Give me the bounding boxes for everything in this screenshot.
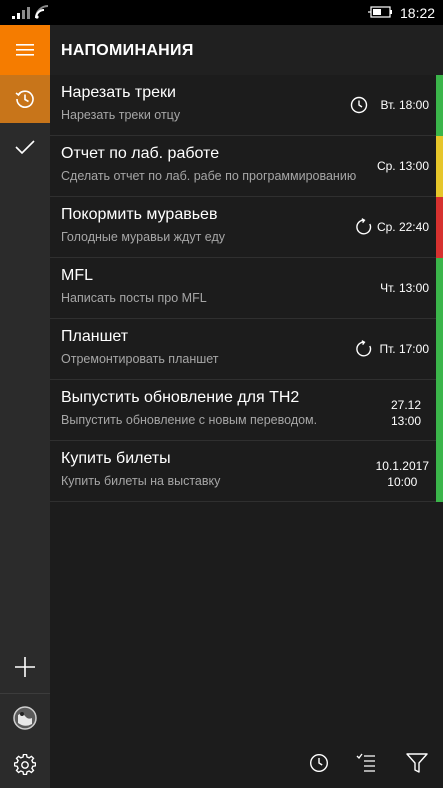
- status-bar: 18:22: [0, 0, 443, 25]
- battery-icon: [368, 6, 392, 18]
- reminder-subtitle: Отремонтировать планшет: [61, 352, 219, 366]
- reminder-title: MFL: [61, 267, 93, 284]
- list-item[interactable]: Выпустить обновление для TH2 Выпустить о…: [50, 380, 443, 441]
- alarm-icon: [309, 753, 329, 773]
- reminder-date: Чт. 13:00: [380, 281, 429, 295]
- reminder-subtitle: Купить билеты на выставку: [61, 474, 221, 488]
- reminder-subtitle: Нарезать треки отцу: [61, 108, 181, 122]
- reminder-date-day: 27.12: [390, 398, 421, 412]
- reminder-list: Нарезать треки Нарезать треки отцу Вт. 1…: [50, 75, 443, 738]
- checkmark-icon: [15, 140, 35, 155]
- reminder-date: Ср. 13:00: [376, 159, 429, 173]
- wifi-icon: [35, 5, 49, 19]
- reminder-title: Покормить муравьев: [61, 206, 218, 223]
- sidebar-item-completed[interactable]: [0, 123, 50, 171]
- sidebar: [0, 75, 50, 788]
- clock-icon: [350, 96, 368, 114]
- list-item[interactable]: Купить билеты Купить билеты на выставку …: [50, 441, 443, 502]
- list-item[interactable]: Покормить муравьев Голодные муравьи ждут…: [50, 197, 443, 258]
- reminder-title: Купить билеты: [61, 450, 171, 467]
- select-button[interactable]: [354, 751, 378, 775]
- plus-icon: [15, 657, 35, 677]
- reminder-date: Ср. 22:40: [376, 220, 429, 234]
- sidebar-item-history[interactable]: [0, 75, 50, 123]
- reminder-subtitle: Написать посты про MFL: [61, 291, 207, 305]
- reminder-subtitle: Сделать отчет по лаб. рабе по программир…: [61, 169, 357, 183]
- page-title: НАПОМИНАНИЯ: [61, 42, 194, 59]
- repeat-icon: [356, 218, 372, 235]
- reminder-title: Выпустить обновление для TH2: [61, 389, 300, 406]
- signal-icon: [12, 7, 30, 19]
- priority-indicator: [436, 258, 443, 319]
- account-button[interactable]: [0, 693, 50, 741]
- priority-indicator: [436, 136, 443, 197]
- priority-indicator: [436, 380, 443, 441]
- reminder-date: 10.1.2017 10:00: [376, 458, 429, 490]
- app-bar: [50, 738, 443, 788]
- list-item[interactable]: Нарезать треки Нарезать треки отцу Вт. 1…: [50, 75, 443, 136]
- reminder-subtitle: Голодные муравьи ждут еду: [61, 230, 226, 244]
- reminder-date: Вт. 18:00: [380, 98, 429, 112]
- repeat-icon: [356, 340, 372, 357]
- add-reminder-button[interactable]: [0, 643, 50, 691]
- reminder-date-time: 13:00: [390, 414, 421, 428]
- reminder-title: Нарезать треки: [61, 84, 176, 101]
- clock-time: 18:22: [400, 5, 436, 21]
- reminder-title: Отчет по лаб. работе: [61, 145, 220, 162]
- reminder-subtitle: Выпустить обновление с новым переводом.: [61, 413, 318, 427]
- priority-indicator: [436, 75, 443, 136]
- reminder-title: Планшет: [61, 328, 129, 345]
- list-item[interactable]: MFL Написать посты про MFL Чт. 13:00: [50, 258, 443, 319]
- settings-button[interactable]: [0, 741, 50, 788]
- avatar: [13, 705, 37, 730]
- reminder-date-day: 10.1.2017: [375, 459, 429, 473]
- list-item[interactable]: Отчет по лаб. работе Сделать отчет по ла…: [50, 136, 443, 197]
- priority-indicator: [436, 441, 443, 502]
- hamburger-icon: [16, 44, 34, 56]
- gear-icon: [14, 754, 36, 776]
- reminder-date: Пт. 17:00: [379, 342, 430, 356]
- hamburger-menu-button[interactable]: [0, 25, 50, 75]
- priority-indicator: [436, 319, 443, 380]
- alarm-button[interactable]: [307, 751, 331, 775]
- reminder-date: 27.12 13:00: [391, 397, 421, 429]
- history-icon: [15, 90, 34, 108]
- filter-icon: [406, 753, 428, 773]
- reminder-date-time: 10:00: [387, 475, 418, 489]
- priority-indicator: [436, 197, 443, 258]
- header: НАПОМИНАНИЯ: [0, 25, 443, 75]
- checklist-icon: [356, 753, 375, 772]
- filter-button[interactable]: [405, 751, 429, 775]
- list-item[interactable]: Планшет Отремонтировать планшет Пт. 17:0…: [50, 319, 443, 380]
